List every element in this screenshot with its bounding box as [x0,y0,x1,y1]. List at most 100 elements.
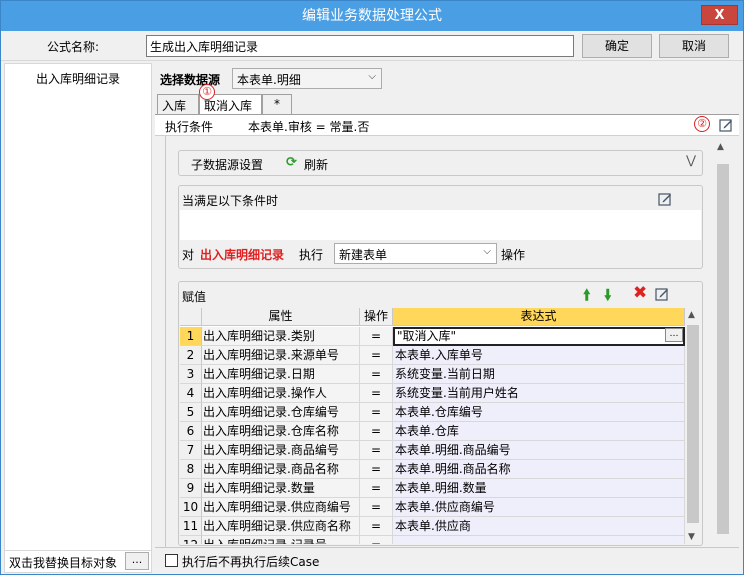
table-row[interactable]: 7 出入库明细记录.商品编号 = 本表单.明细.商品编号 [180,441,685,460]
expression-cell[interactable]: 本表单.明细.商品编号 [393,441,685,460]
datasource-select[interactable]: 本表单.明细 ⌵ [232,68,382,89]
tab-new[interactable]: * [262,94,292,114]
operator-cell[interactable]: = [360,327,393,346]
property-cell[interactable]: 出入库明细记录.商品编号 [202,441,360,460]
stop-after-exec-checkbox[interactable] [165,554,178,567]
operator-cell[interactable]: = [360,346,393,365]
scroll-down-icon[interactable]: ▼ [688,532,695,542]
stop-after-exec-label: 执行后不再执行后续Case [182,555,320,569]
datasource-value: 本表单.明细 [237,73,301,87]
operator-cell[interactable]: = [360,441,393,460]
window-title: 编辑业务数据处理公式 [302,8,442,24]
property-cell[interactable]: 出入库明细记录.供应商名称 [202,517,360,536]
title-bar: 编辑业务数据处理公式 X [1,1,743,31]
condition-target: 出入库明细记录 [200,248,285,262]
property-cell[interactable]: 出入库明细记录.商品名称 [202,460,360,479]
footer-bar: 执行后不再执行后续Case [155,547,739,572]
operator-cell[interactable]: = [360,403,393,422]
property-cell[interactable]: 出入库明细记录.记录号 [202,536,360,544]
grid-scrollbar[interactable]: ▲ ▼ [685,308,701,544]
table-row[interactable]: 10 出入库明细记录.供应商编号 = 本表单.供应商编号 [180,498,685,517]
property-cell[interactable]: 出入库明细记录.来源单号 [202,346,360,365]
assignment-grid: 属性 操作 表达式 1 出入库明细记录.类别 = "取消入库"… 2 出入库明细记录.来源… [180,308,701,544]
row-number: 11 [180,517,202,536]
cancel-button[interactable]: 取消 [659,34,729,58]
sub-datasource-panel: 子数据源设置 ⟳ 刷新 ⋁ [178,150,703,176]
close-button[interactable]: X [701,5,738,25]
formula-header: 公式名称: 确定 取消 [1,31,743,61]
callout-badge-1: ① [199,84,215,100]
table-row[interactable]: 6 出入库明细记录.仓库名称 = 本表单.仓库 [180,422,685,441]
replace-target-hint[interactable]: 双击我替换目标对象 [9,554,117,571]
expression-cell[interactable]: 系统变量.当前用户姓名 [393,384,685,403]
expression-cell[interactable]: 本表单.明细.数量 [393,479,685,498]
expression-cell[interactable]: 本表单.明细.商品名称 [393,460,685,479]
expression-cell[interactable]: 系统变量.当前日期 [393,365,685,384]
row-number: 3 [180,365,202,384]
header-expression[interactable]: 表达式 [393,308,685,326]
header-operator[interactable]: 操作 [360,308,393,326]
expression-cell[interactable]: "取消入库" [393,327,685,346]
operator-cell[interactable]: = [360,498,393,517]
edit-icon[interactable] [719,118,733,132]
operator-cell[interactable]: = [360,517,393,536]
table-row[interactable]: 2 出入库明细记录.来源单号 = 本表单.入库单号 [180,346,685,365]
formula-name-label: 公式名称: [47,40,100,54]
tab-inbound[interactable]: 入库 [157,94,199,114]
table-row[interactable]: 9 出入库明细记录.数量 = 本表单.明细.数量 [180,479,685,498]
content-scrollbar[interactable]: ▲ [715,138,731,546]
scroll-up-icon[interactable]: ▲ [717,142,724,152]
edit-icon[interactable] [658,192,672,206]
scroll-up-icon[interactable]: ▲ [688,310,695,320]
table-row[interactable]: 8 出入库明细记录.商品名称 = 本表单.明细.商品名称 [180,460,685,479]
grid-scroll-thumb[interactable] [687,325,699,523]
chevron-down-icon: ⌵ [483,246,491,257]
table-row[interactable]: 4 出入库明细记录.操作人 = 系统变量.当前用户姓名 [180,384,685,403]
table-row[interactable]: 12出入库明细记录.记录号= [180,536,685,544]
expression-editor-button[interactable]: … [665,328,683,342]
expression-cell[interactable]: 本表单.供应商 [393,517,685,536]
property-cell[interactable]: 出入库明细记录.仓库编号 [202,403,360,422]
operator-cell[interactable]: = [360,479,393,498]
refresh-icon[interactable]: ⟳ [286,155,297,170]
property-cell[interactable]: 出入库明细记录.类别 [202,327,360,346]
property-cell[interactable]: 出入库明细记录.供应商编号 [202,498,360,517]
formula-name-input[interactable] [146,35,574,57]
condition-text-area[interactable] [180,210,701,240]
property-cell[interactable]: 出入库明细记录.操作人 [202,384,360,403]
list-item-target[interactable]: 出入库明细记录 [5,69,151,89]
expression-cell[interactable]: 本表单.入库单号 [393,346,685,365]
header-property[interactable]: 属性 [202,308,360,326]
table-row[interactable]: 1 出入库明细记录.类别 = "取消入库"… [180,327,685,346]
operator-cell[interactable]: = [360,536,393,544]
expression-cell[interactable]: 本表单.仓库 [393,422,685,441]
table-row[interactable]: 11 出入库明细记录.供应商名称 = 本表单.供应商 [180,517,685,536]
action-select[interactable]: 新建表单 ⌵ [334,243,497,264]
operator-cell[interactable]: = [360,384,393,403]
refresh-button[interactable]: 刷新 [304,156,328,173]
property-cell[interactable]: 出入库明细记录.仓库名称 [202,422,360,441]
sub-datasource-title: 子数据源设置 [191,158,264,172]
edit-icon[interactable] [655,287,669,301]
replace-target-button[interactable]: ... [125,552,149,570]
content-scroll-thumb[interactable] [717,164,729,534]
property-cell[interactable]: 出入库明细记录.日期 [202,365,360,384]
property-cell[interactable]: 出入库明细记录.数量 [202,479,360,498]
move-up-icon[interactable]: 🠙 [583,285,591,310]
row-number: 5 [180,403,202,422]
table-row[interactable]: 3 出入库明细记录.日期 = 系统变量.当前日期 [180,365,685,384]
expression-cell[interactable]: 本表单.仓库编号 [393,403,685,422]
expression-cell[interactable]: 本表单.供应商编号 [393,498,685,517]
exec-condition-row: 执行条件 本表单.审核 = 常量.否 [155,114,739,136]
expression-cell[interactable] [393,536,685,544]
expand-icon[interactable]: ⋁ [686,153,696,167]
operator-cell[interactable]: = [360,365,393,384]
operator-cell[interactable]: = [360,460,393,479]
target-object-list: 出入库明细记录 双击我替换目标对象 ... [4,63,152,573]
operator-cell[interactable]: = [360,422,393,441]
ok-button[interactable]: 确定 [582,34,652,58]
table-row[interactable]: 5 出入库明细记录.仓库编号 = 本表单.仓库编号 [180,403,685,422]
move-down-icon[interactable]: 🠛 [604,285,612,310]
delete-icon[interactable]: ✖ [633,283,647,303]
exec-condition-value[interactable]: 本表单.审核 = 常量.否 [248,118,369,135]
